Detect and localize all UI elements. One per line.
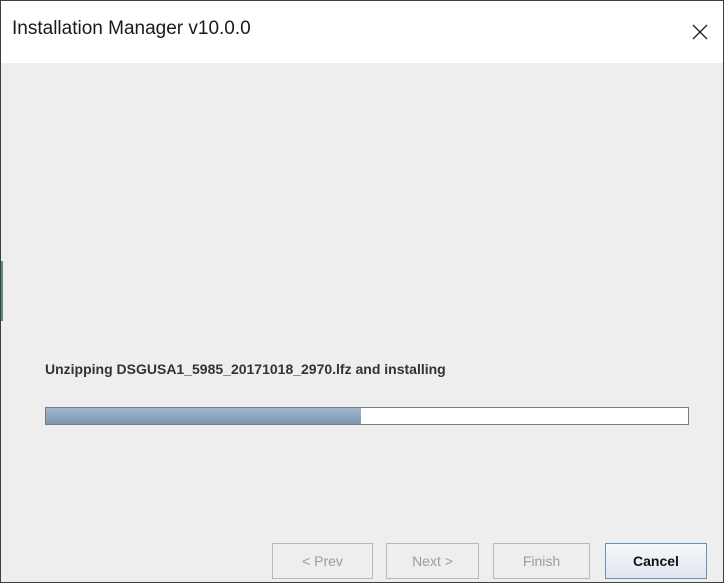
next-button[interactable]: Next >	[386, 543, 479, 579]
install-progress-bar	[45, 407, 689, 425]
install-status-text: Unzipping DSGUSA1_5985_20171018_2970.lfz…	[45, 361, 446, 377]
finish-button[interactable]: Finish	[493, 543, 590, 579]
installer-window: Installation Manager v10.0.0 Unzipping D…	[0, 0, 724, 583]
install-progress-fill	[46, 408, 361, 424]
close-icon	[692, 24, 708, 40]
window-edge-accent	[1, 261, 3, 321]
window-title: Installation Manager v10.0.0	[12, 18, 251, 39]
title-bar: Installation Manager v10.0.0	[1, 1, 723, 63]
cancel-button[interactable]: Cancel	[605, 543, 707, 579]
prev-button[interactable]: < Prev	[272, 543, 373, 579]
close-button[interactable]	[677, 1, 723, 63]
